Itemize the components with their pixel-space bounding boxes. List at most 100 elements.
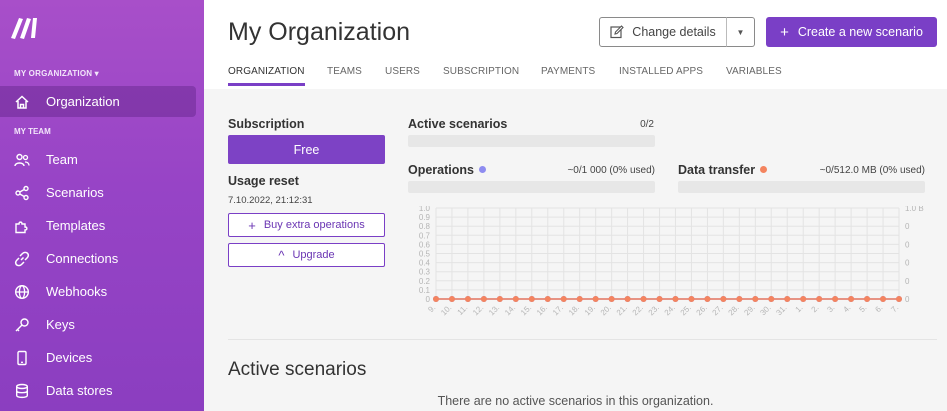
sidebar-item-organization[interactable]: Organization	[0, 86, 196, 117]
tab-payments[interactable]: PAYMENTS	[541, 66, 595, 77]
sidebar-item-label: Team	[46, 152, 78, 167]
x-tick-label: 30.	[758, 303, 772, 317]
y-tick-label: 0	[426, 295, 431, 304]
usage-chart: 00.10.20.30.40.50.60.70.80.91.0000001.0 …	[419, 206, 924, 317]
y2-tick-label: 0	[905, 222, 910, 231]
y-tick-label: 0.5	[419, 250, 431, 259]
x-tick-label: 26.	[695, 303, 709, 317]
x-tick-label: 4.	[841, 303, 852, 314]
data-point	[528, 296, 535, 302]
x-tick-label: 16.	[535, 303, 549, 317]
y-tick-label: 0.1	[419, 286, 431, 295]
organization-panel: Subscription Free Usage reset 7.10.2022,…	[204, 89, 947, 411]
upgrade-button[interactable]: ^ Upgrade	[228, 243, 385, 267]
sidebar-item-label: Connections	[46, 251, 119, 266]
make-logo-icon[interactable]	[10, 16, 40, 40]
x-tick-label: 9.	[426, 303, 437, 314]
sidebar-item-connections[interactable]: Connections	[0, 243, 196, 274]
x-tick-label: 10.	[439, 303, 453, 317]
x-tick-label: 7.	[889, 303, 900, 314]
x-tick-label: 21.	[615, 303, 629, 317]
usage-reset-heading: Usage reset	[228, 174, 299, 188]
y2-tick-label: 0	[905, 259, 910, 268]
link-icon	[14, 251, 30, 266]
x-tick-label: 27.	[711, 303, 725, 317]
main-area: My Organization Change details ▼ + Creat…	[204, 0, 947, 411]
data-point	[880, 296, 887, 302]
x-tick-label: 25.	[679, 303, 693, 317]
y-tick-label: 0.7	[419, 231, 431, 240]
active-scenarios-bar	[408, 135, 655, 147]
operations-legend-dot	[479, 166, 486, 173]
sidebar-item-label: Organization	[46, 94, 120, 109]
active-scenarios-stat-label: Active scenarios	[408, 117, 508, 131]
globe-icon	[14, 284, 30, 299]
y-tick-label: 0.4	[419, 259, 431, 268]
active-scenarios-stat-value: 0/2	[640, 119, 654, 130]
tab-teams[interactable]: TEAMS	[327, 66, 362, 77]
y2-tick-label: 0	[905, 295, 910, 304]
key-icon	[15, 317, 29, 331]
change-details-button[interactable]: Change details	[599, 17, 727, 47]
sidebar-item-templates[interactable]: Templates	[0, 210, 196, 241]
data-point	[464, 296, 471, 302]
change-details-label: Change details	[632, 25, 716, 39]
tab-users[interactable]: USERS	[385, 66, 420, 77]
x-tick-label: 11.	[456, 303, 470, 317]
operations-stat-value: ~0/1 000 (0% used)	[567, 165, 655, 176]
x-tick-label: 18.	[567, 303, 581, 317]
data-point	[784, 296, 791, 302]
x-tick-label: 2.	[810, 303, 821, 314]
sidebar-item-team[interactable]: Team	[0, 144, 196, 175]
data-point	[592, 296, 599, 302]
sidebar-item-scenarios[interactable]: Scenarios	[0, 177, 196, 208]
data-point	[608, 296, 615, 302]
sidebar-item-label: Templates	[46, 218, 106, 233]
y-tick-label: 0.2	[419, 277, 431, 286]
data-point	[624, 296, 631, 302]
users-icon	[14, 153, 30, 166]
y-tick-label: 0.9	[419, 213, 431, 222]
x-tick-label: 12.	[471, 303, 485, 317]
data-point	[544, 296, 551, 302]
data-point	[720, 296, 727, 302]
share-icon	[15, 185, 29, 200]
x-tick-label: 28.	[727, 303, 741, 317]
data-point	[768, 296, 775, 302]
usage-reset-date: 7.10.2022, 21:12:31	[228, 195, 313, 206]
sidebar-item-data-stores[interactable]: Data stores	[0, 375, 196, 406]
tab-variables[interactable]: VARIABLES	[726, 66, 782, 77]
data-point	[560, 296, 567, 302]
tab-installed-apps[interactable]: INSTALLED APPS	[619, 66, 703, 77]
active-scenarios-title: Active scenarios	[228, 359, 367, 380]
tab-organization[interactable]: ORGANIZATION	[228, 66, 305, 86]
data-point	[640, 296, 647, 302]
y-tick-label: 0.8	[419, 222, 431, 231]
sidebar-item-keys[interactable]: Keys	[0, 309, 196, 340]
x-tick-label: 20.	[599, 303, 613, 317]
organization-switcher[interactable]: MY ORGANIZATION ▾	[14, 69, 99, 78]
x-tick-label: 19.	[583, 303, 597, 317]
data-point	[800, 296, 807, 302]
puzzle-icon	[15, 220, 28, 233]
sidebar-item-webhooks[interactable]: Webhooks	[0, 276, 196, 307]
y-tick-label: 1.0	[419, 206, 431, 213]
x-tick-label: 3.	[825, 303, 836, 314]
section-divider	[228, 339, 937, 340]
tab-subscription[interactable]: SUBSCRIPTION	[443, 66, 519, 77]
create-scenario-button[interactable]: + Create a new scenario	[766, 17, 937, 47]
data-transfer-stat-label: Data transfer	[678, 163, 768, 177]
change-details-dropdown-button[interactable]: ▼	[726, 17, 755, 47]
home-icon	[15, 94, 29, 109]
y2-tick-label: 0	[905, 240, 910, 249]
y-tick-label: 0.3	[419, 268, 431, 277]
sidebar-item-label: Devices	[46, 350, 93, 365]
empty-state-message: There are no active scenarios in this or…	[437, 394, 714, 408]
data-point	[576, 296, 583, 302]
plus-icon: +	[248, 217, 256, 233]
x-tick-label: 31.	[774, 303, 788, 317]
sidebar-item-devices[interactable]: Devices	[0, 342, 196, 373]
x-tick-label: 6.	[873, 303, 884, 314]
buy-extra-operations-button[interactable]: + Buy extra operations	[228, 213, 385, 237]
data-point	[496, 296, 503, 302]
